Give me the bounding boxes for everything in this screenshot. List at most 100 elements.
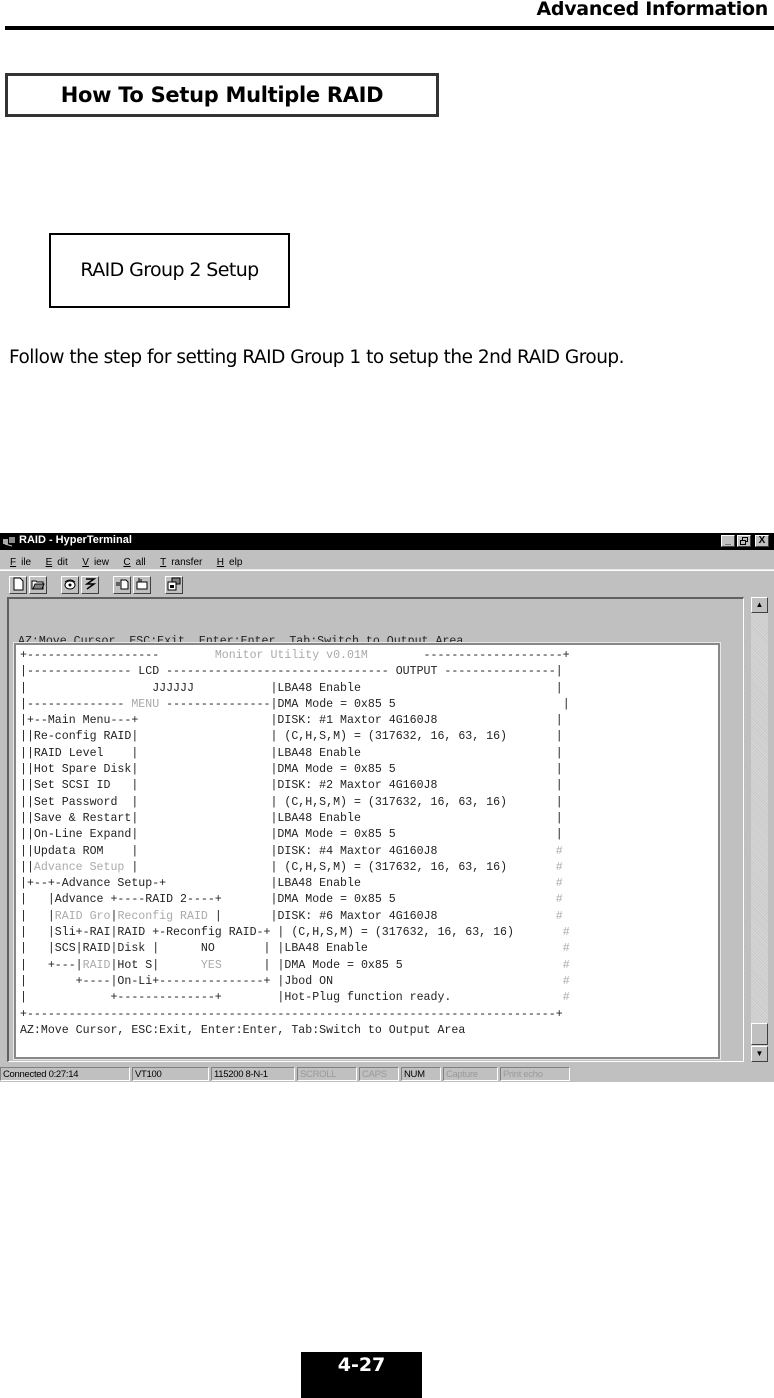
terminal-text: | |Advance +----RAID 2----+ |DMA Mode = … [20,893,556,907]
terminal-text: ---------------|DMA Mode = 0x85 5 | [159,697,570,711]
terminal-line: | +----|On-Li+---------------+ |Jbod ON … [20,974,570,990]
hyperterminal-icon [3,537,15,547]
connect-button[interactable] [61,576,79,594]
terminal-text-dim: # [555,909,563,923]
terminal-line: ||Advance Setup | | (C,H,S,M) = (317632,… [20,860,570,876]
terminal-line: | |Advance +----RAID 2----+ |DMA Mode = … [20,892,570,908]
restore-button[interactable] [737,535,751,547]
terminal-line: | +--------------+ |Hot-Plug function re… [20,990,570,1006]
terminal-text: |+--+-Advance Setup-+ |LBA48 Enable [20,877,556,891]
terminal-text: |Hot S| [110,958,201,972]
terminal-text-dim: Reconfig RAID [117,909,208,923]
terminal-line: ||Re-config RAID| | (C,H,S,M) = (317632,… [20,729,570,745]
status-port-settings: 115200 8-N-1 [211,1067,295,1081]
terminal-text-dim: MENU [131,697,160,711]
close-button[interactable]: X [755,535,769,547]
send-button[interactable] [113,576,131,594]
minimize-button[interactable]: _ [721,535,735,547]
terminal-text-dim: # [555,844,563,858]
menu-help[interactable]: Help [212,554,243,568]
instruction-paragraph: Follow the step for setting RAID Group 1… [9,347,625,368]
properties-button[interactable] [165,576,183,594]
terminal-text: --------------------+ [367,649,570,662]
terminal-text-dim: # [555,893,563,907]
terminal-line: |+--+-Advance Setup-+ |LBA48 Enable # [20,876,570,892]
restore-icon [740,537,748,545]
terminal-text-dim: # [562,942,570,956]
terminal-text: | +----|On-Li+---------------+ |Jbod ON [20,974,563,988]
scroll-up-button[interactable]: ▲ [751,597,768,613]
terminal-text-dim: RAID [82,958,111,972]
terminal-text: +---------------------------------------… [20,1007,563,1021]
terminal-text: | JJJJJJ |LBA48 Enable | [20,681,563,695]
terminal-line: | |RAID Gro|Reconfig RAID | |DISK: #6 Ma… [20,909,570,925]
terminal-text: |--------------- LCD -------------------… [20,665,563,679]
scroll-down-button[interactable]: ▼ [751,1046,768,1062]
menu-call[interactable]: Call [118,554,145,568]
receive-button[interactable] [133,576,151,594]
terminal-line: |-------------- MENU ---------------|DMA… [20,697,570,713]
status-caps: CAPS [359,1067,399,1081]
terminal-text-dim: # [555,860,563,874]
terminal-text-dim: Monitor Utility v0.01M [214,649,368,662]
subsection-heading: RAID Group 2 Setup [80,259,259,281]
terminal-text: |+--Main Menu---+ |DISK: #1 Maxtor 4G160… [20,714,563,728]
vertical-scrollbar[interactable]: ▲ ▼ [751,597,768,1062]
terminal-text-dim: # [555,877,563,891]
terminal-text: | +--------------+ |Hot-Plug function re… [20,991,563,1005]
terminal-text: | | [20,909,55,923]
menu-edit[interactable]: Edit [41,554,68,568]
status-capture: Capture [443,1067,498,1081]
menu-file[interactable]: File [5,554,31,568]
section-heading: How To Setup Multiple RAID [60,83,384,107]
terminal-text: +------------------- [20,649,215,662]
terminal-line: ||Save & Restart| |LBA48 Enable | [20,811,570,827]
chapter-title: Advanced Information [536,0,769,20]
status-bar: Connected 0:27:14 VT100 115200 8-N-1 SCR… [0,1066,774,1082]
subsection-heading-box: RAID Group 2 Setup [49,233,290,308]
terminal-text-dim: # [562,926,570,940]
hyperterminal-window: RAID - HyperTerminal _ X File Edit View … [0,533,774,1082]
terminal-text-dim: RAID Gro [54,909,111,923]
terminal-line: | |Sli+-RAI|RAID +-Reconfig RAID-+ | (C,… [20,925,570,941]
terminal-line: | +---|RAID|Hot S| YES | |DMA Mode = 0x8… [20,958,570,974]
terminal-line: ||RAID Level | |LBA48 Enable | [20,746,570,762]
open-folder-icon [31,580,45,590]
title-bar: RAID - HyperTerminal _ X [0,533,774,550]
terminal-text-dim: Advance Setup [33,860,125,874]
terminal-text: ||Hot Spare Disk| |DMA Mode = 0x85 5 | [20,763,563,777]
window-title: RAID - HyperTerminal [19,534,132,546]
toolbar [0,570,774,598]
new-icon [13,577,24,591]
open-button[interactable] [29,576,47,594]
section-heading-box: How To Setup Multiple RAID [5,73,439,117]
monitor-utility-panel[interactable]: +------------------- Monitor Utility v0.… [13,642,721,1060]
terminal-line: |--------------- LCD -------------------… [20,664,570,680]
scroll-thumb[interactable] [751,1023,768,1045]
terminal-text: ||Set SCSI ID | |DISK: #2 Maxtor 4G160J8… [20,779,563,793]
receive-file-icon [136,578,148,590]
terminal-text: | |DMA Mode = 0x85 5 [221,958,563,972]
terminal-text: | |Sli+-RAI|RAID +-Reconfig RAID-+ | (C,… [20,926,563,940]
terminal-line: ||Hot Spare Disk| |DMA Mode = 0x85 5 | [20,762,570,778]
terminal-text: | |DISK: #6 Maxtor 4G160J8 [207,909,556,923]
status-emulation: VT100 [132,1067,209,1081]
terminal-line: |+--Main Menu---+ |DISK: #1 Maxtor 4G160… [20,713,570,729]
terminal-line: +---------------------------------------… [20,1007,570,1023]
new-connection-button[interactable] [9,576,27,594]
terminal-text: || [20,860,34,874]
menu-view[interactable]: View [77,554,109,568]
terminal-text: ||Updata ROM | |DISK: #4 Maxtor 4G160J8 [20,844,556,858]
disconnect-button[interactable] [81,576,99,594]
terminal-line: ||On-Line Expand| |DMA Mode = 0x85 5 | [20,827,570,843]
status-num: NUM [401,1067,441,1081]
terminal-area[interactable]: AZ:Move Cursor, ESC:Exit, Enter:Enter, T… [7,597,744,1062]
page-number: 4-27 [337,1354,386,1376]
page-number-box: 4-27 [301,1352,422,1398]
properties-icon [167,577,181,591]
terminal-line: ||Set Password | | (C,H,S,M) = (317632, … [20,795,570,811]
terminal-text-dim: # [562,991,570,1005]
terminal-line: | JJJJJJ |LBA48 Enable | [20,681,570,697]
phone-icon [64,579,76,590]
menu-transfer[interactable]: Transfer [155,554,202,568]
